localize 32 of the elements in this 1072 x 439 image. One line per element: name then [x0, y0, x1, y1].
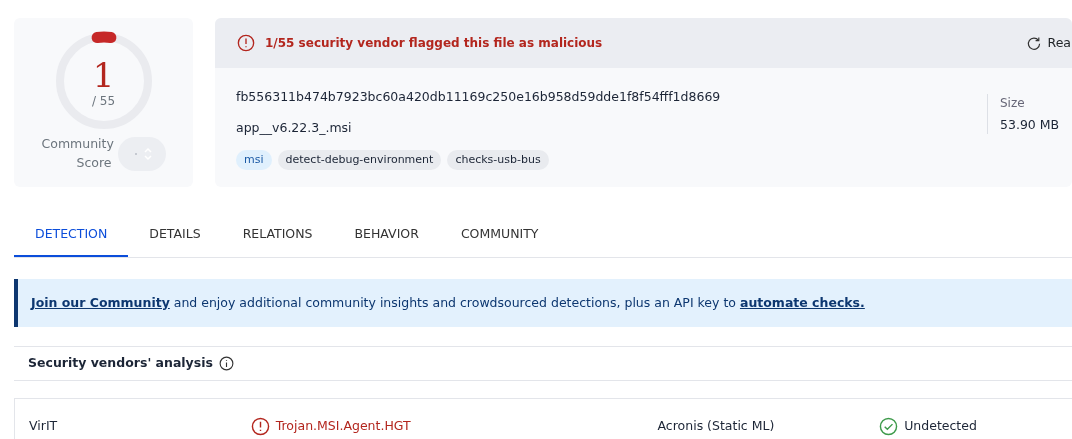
reanalyze-button[interactable]: Rea	[1024, 32, 1072, 54]
info-icon	[218, 356, 234, 371]
community-banner-text: Join our Community and enjoy additional community insights and crowdsourced detections, plus an API key to automate checks.	[31, 293, 865, 312]
file-name: app__v6.22.3_.msi	[236, 118, 353, 137]
score-arc	[91, 31, 116, 44]
tab[interactable]: DETECTION	[14, 213, 129, 257]
tab[interactable]: DETAILS	[128, 213, 222, 257]
vendor-name: Acronis (Static ML)	[657, 416, 776, 435]
file-size: 53.90 MB	[1000, 116, 1061, 134]
file-tag[interactable]: msi	[236, 149, 272, 170]
file-tag[interactable]: checks-usb-bus	[447, 149, 549, 170]
tab[interactable]: RELATIONS	[221, 213, 334, 257]
score-value: 1	[92, 58, 115, 92]
tab[interactable]: BEHAVIOR	[333, 213, 440, 257]
file-hash: fb556311b474b7923bc60a420db11169c250e16b958d59dde1f8f54fff1d8669	[236, 88, 722, 106]
vendor-name: VirIT	[29, 416, 59, 435]
alert-icon	[250, 416, 270, 436]
community-score-label: Community Score	[41, 135, 112, 172]
detection-result: Trojan.MSI.Agent.HGT	[275, 416, 411, 435]
tab[interactable]: COMMUNITY	[439, 213, 560, 257]
score-total: / 55	[91, 93, 116, 110]
detection-result: Undetected	[904, 416, 977, 435]
automate-checks-link[interactable]: automate checks.	[739, 294, 865, 310]
community-link[interactable]: Join our Community	[31, 294, 170, 310]
check-icon	[879, 416, 899, 436]
size-label: Size	[1000, 95, 1026, 112]
vote-button[interactable]	[117, 136, 166, 171]
file-tag[interactable]: detect-debug-environment	[277, 149, 442, 170]
refresh-icon	[1025, 35, 1042, 51]
section-title: Security vendors' analysis	[28, 354, 213, 373]
alert-message: 1/55 security vendor flagged this file as malicious	[265, 35, 604, 52]
alert-icon	[237, 34, 255, 52]
